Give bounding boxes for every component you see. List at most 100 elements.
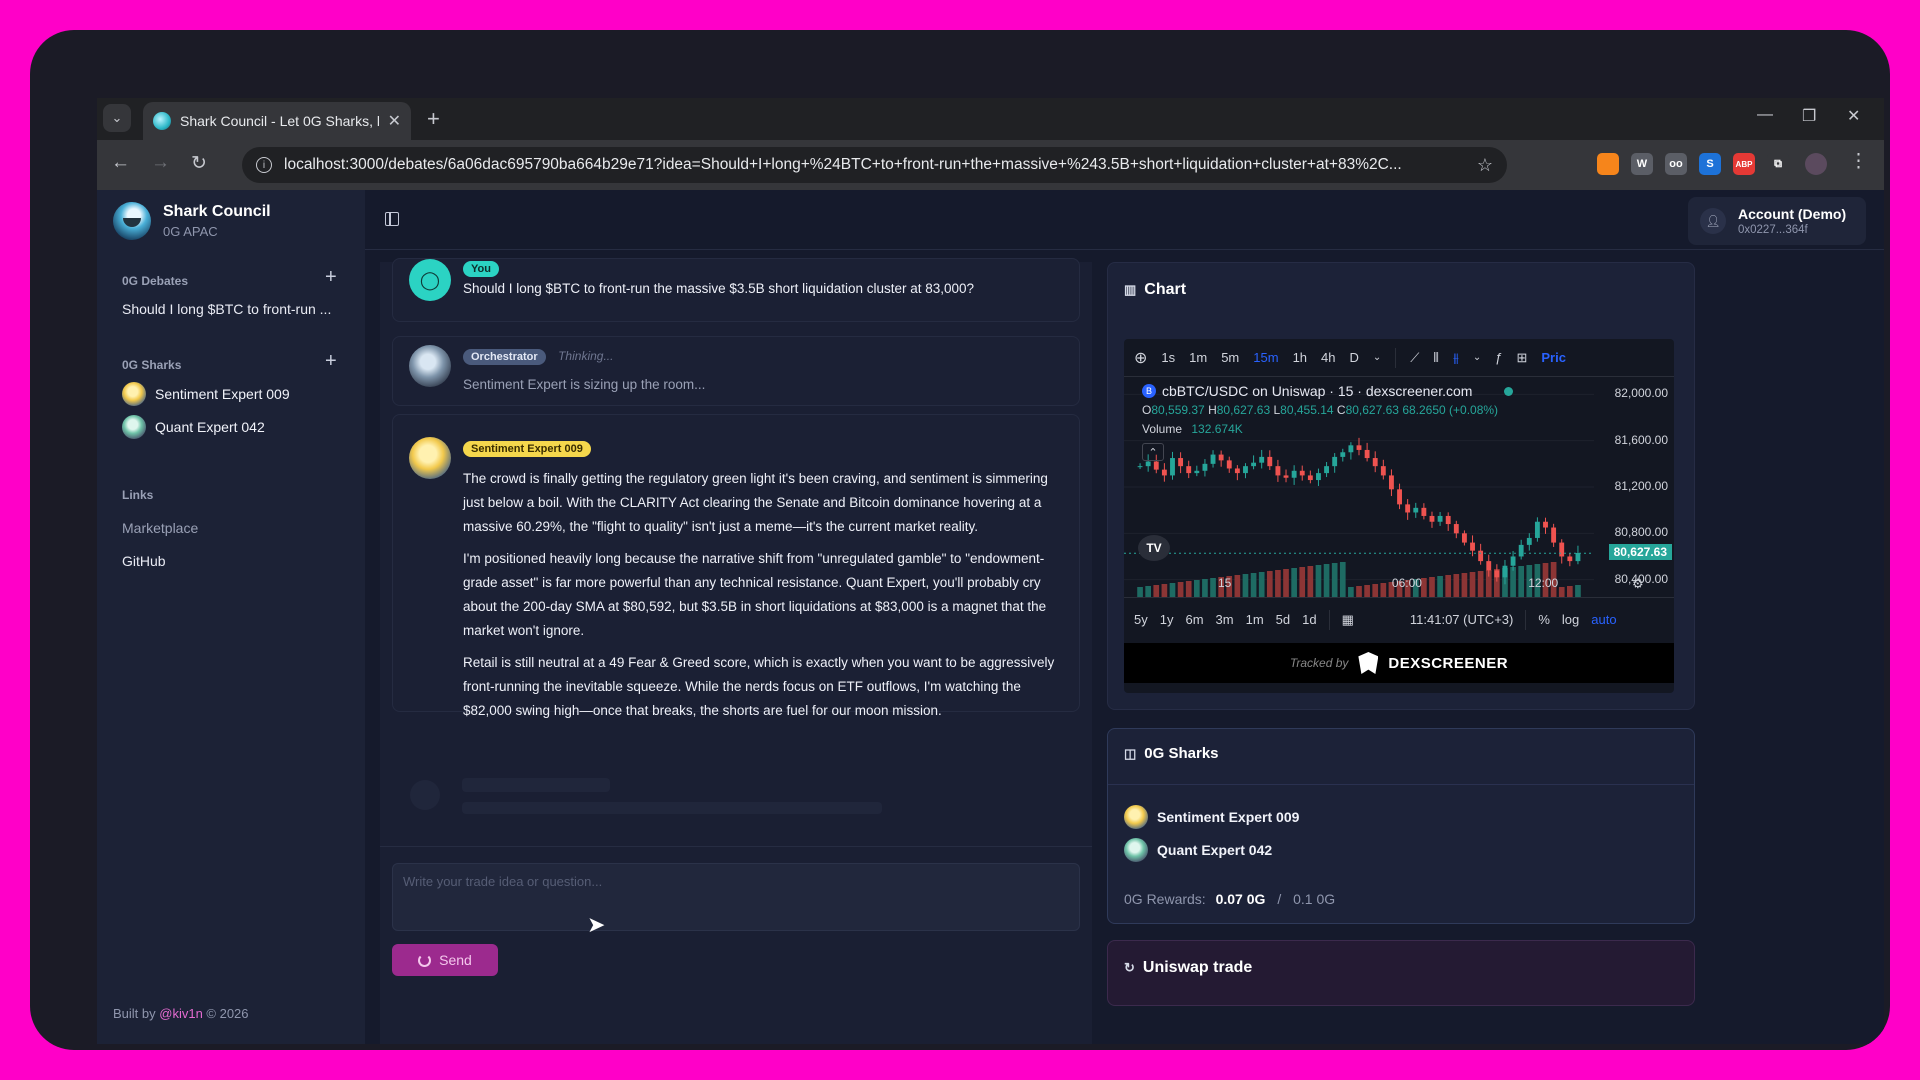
tradingview-logo-icon[interactable]: TV	[1138, 535, 1170, 561]
account-name: Account (Demo)	[1738, 206, 1847, 222]
range-1d[interactable]: 1d	[1302, 612, 1316, 627]
candle	[1226, 460, 1232, 469]
uniswap-card[interactable]: ↻ Uniswap trade	[1107, 940, 1695, 1006]
brand[interactable]: Shark Council 0G APAC	[113, 202, 271, 240]
marketplace-link[interactable]: Marketplace	[122, 520, 198, 536]
dexscreener-footer[interactable]: Tracked by DEXSCREENER	[1124, 643, 1674, 683]
interval-1h[interactable]: 1h	[1293, 350, 1307, 365]
sentiment-avatar	[409, 437, 451, 479]
close-tab-icon[interactable]: ✕	[388, 111, 401, 131]
sharks-card-title: 0G Sharks	[1144, 745, 1219, 762]
range-5d[interactable]: 5d	[1276, 612, 1290, 627]
chart-icon: ▥	[1124, 282, 1137, 297]
user-message: ◯ You Should I long $BTC to front-run th…	[392, 258, 1080, 322]
interval-5m[interactable]: 5m	[1221, 350, 1239, 365]
price-tab[interactable]: Pric	[1541, 350, 1566, 365]
range-1m[interactable]: 1m	[1246, 612, 1264, 627]
interval-dropdown-icon[interactable]: ⌄	[1373, 352, 1381, 363]
range-3m[interactable]: 3m	[1216, 612, 1234, 627]
browser-menu-icon[interactable]: ⋮	[1849, 150, 1868, 173]
send-button[interactable]: Send	[392, 944, 498, 976]
loading-line-placeholder	[462, 778, 610, 792]
candle	[1307, 475, 1313, 481]
sidebar-shark-label: Quant Expert 042	[155, 419, 265, 435]
sidebar-debate-item[interactable]: Should I long $BTC to front-run ...	[122, 301, 331, 317]
reload-icon[interactable]: ↻	[191, 152, 207, 175]
shark-logo-icon	[113, 202, 151, 240]
candle	[1291, 470, 1297, 478]
site-info-icon[interactable]: i	[256, 157, 272, 173]
candle	[1470, 542, 1475, 551]
range-1y[interactable]: 1y	[1160, 612, 1174, 627]
auto-toggle[interactable]: auto	[1591, 612, 1616, 627]
clock-readout[interactable]: 11:41:07 (UTC+3)	[1410, 612, 1513, 627]
tab-search-icon[interactable]: ⌄	[103, 104, 131, 132]
browser-tab[interactable]: Shark Council - Let 0G Sharks, l ✕	[143, 102, 411, 140]
range-6m[interactable]: 6m	[1185, 612, 1203, 627]
shark-row-quant[interactable]: Quant Expert 042	[1124, 838, 1272, 862]
links-heading: Links	[122, 488, 154, 502]
forward-icon[interactable]: →	[151, 152, 170, 174]
restore-icon[interactable]: ❐	[1802, 106, 1816, 126]
main-area: 👤︎ Account (Demo) 0x0227...364f ◯ You Sh…	[365, 190, 1884, 1044]
chart-settings-icon[interactable]: ⚙	[1632, 576, 1644, 592]
candle-chart-icon[interactable]: ⫵	[1453, 350, 1459, 366]
new-tab-icon[interactable]: +	[427, 106, 440, 132]
message-paragraph: I'm positioned heavily long because the …	[463, 551, 1047, 638]
puzzle-extension-icon[interactable]: ⧉	[1767, 153, 1789, 175]
candle	[1486, 561, 1492, 571]
chat-panel: ◯ You Should I long $BTC to front-run th…	[380, 258, 1092, 1044]
percent-toggle[interactable]: %	[1538, 612, 1550, 627]
candle	[1186, 466, 1192, 474]
candle	[1145, 461, 1151, 467]
interval-d[interactable]: D	[1350, 350, 1359, 365]
indicators-icon[interactable]: ƒ	[1495, 350, 1502, 365]
layout-icon[interactable]: ⊞	[1516, 350, 1527, 366]
interval-15m[interactable]: 15m	[1253, 350, 1278, 365]
glasses-extension-icon[interactable]: oo	[1665, 153, 1687, 175]
range-5y[interactable]: 5y	[1134, 612, 1148, 627]
chart-type-dropdown-icon[interactable]: ⌄	[1473, 352, 1481, 363]
close-value: 80,627.63	[1345, 403, 1399, 417]
bookmark-star-icon[interactable]: ☆	[1477, 155, 1493, 176]
candle	[1137, 466, 1143, 468]
address-bar[interactable]: i localhost:3000/debates/6a06dac695790ba…	[242, 147, 1507, 183]
interval-4h[interactable]: 4h	[1321, 350, 1335, 365]
metamask-extension-icon[interactable]	[1597, 153, 1619, 175]
shark-row-sentiment[interactable]: Sentiment Expert 009	[1124, 805, 1299, 829]
profile-avatar[interactable]	[1805, 153, 1827, 175]
candle	[1299, 470, 1305, 476]
s-extension-icon[interactable]: S	[1699, 153, 1721, 175]
github-link[interactable]: GitHub	[122, 553, 166, 569]
sidebar-shark-quant[interactable]: Quant Expert 042	[122, 415, 265, 439]
sidebar-toggle-icon[interactable]	[385, 212, 399, 226]
screen-frame: ⌄ Shark Council - Let 0G Sharks, l ✕ + —…	[30, 30, 1890, 1050]
add-debate-icon[interactable]: +	[325, 266, 337, 289]
range-divider	[1525, 609, 1527, 630]
calendar-icon[interactable]: ▦	[1342, 612, 1354, 628]
line-chart-icon[interactable]: ⟋	[1410, 350, 1419, 366]
add-shark-icon[interactable]: +	[325, 350, 337, 373]
add-indicator-icon[interactable]: ⊕	[1134, 348, 1147, 368]
collapse-legend-icon[interactable]: ⌃	[1142, 443, 1164, 461]
wallet-extension-icon[interactable]: W	[1631, 153, 1653, 175]
candle	[1259, 456, 1265, 463]
trade-idea-input[interactable]	[403, 874, 1069, 920]
adblock-extension-icon[interactable]: ABP	[1733, 153, 1755, 175]
log-toggle[interactable]: log	[1562, 612, 1579, 627]
loading-line-placeholder	[462, 802, 882, 814]
swap-icon: ↻	[1124, 960, 1135, 975]
app-root: Shark Council 0G APAC 0G Debates + Shoul…	[97, 190, 1884, 1044]
interval-1m[interactable]: 1m	[1189, 350, 1207, 365]
interval-1s[interactable]: 1s	[1161, 350, 1175, 365]
back-icon[interactable]: ←	[111, 152, 130, 174]
minimize-icon[interactable]: —	[1757, 106, 1773, 124]
url-text[interactable]: localhost:3000/debates/6a06dac695790ba66…	[284, 156, 1465, 174]
bar-chart-icon[interactable]: ⫴	[1433, 350, 1438, 366]
close-window-icon[interactable]: ✕	[1847, 106, 1860, 126]
rewards-total: 0.1 0G	[1293, 891, 1336, 907]
account-button[interactable]: 👤︎ Account (Demo) 0x0227...364f	[1688, 197, 1866, 245]
sidebar-shark-sentiment[interactable]: Sentiment Expert 009	[122, 382, 290, 406]
orchestrator-avatar	[409, 345, 451, 387]
footer-handle-link[interactable]: @kiv1n	[159, 1006, 203, 1021]
